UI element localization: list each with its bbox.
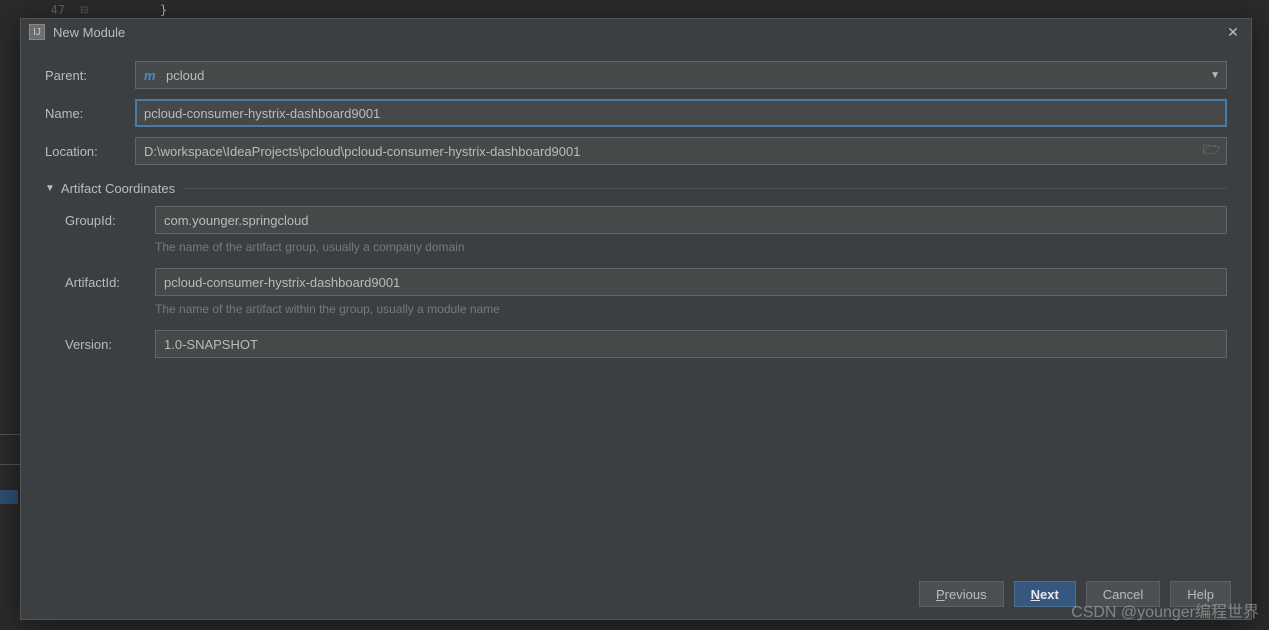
artifactid-label: ArtifactId: [65, 275, 155, 290]
name-input-wrapper[interactable] [135, 99, 1227, 127]
gutter-divider [0, 464, 20, 465]
folder-icon[interactable]: 🗁 [1203, 139, 1220, 163]
artifactid-row: ArtifactId: [65, 268, 1227, 296]
parent-value: pcloud [166, 68, 204, 83]
groupid-label: GroupId: [65, 213, 155, 228]
maven-icon: m [144, 68, 160, 82]
watermark: CSDN @younger编程世界 [1071, 598, 1259, 622]
parent-label: Parent: [45, 68, 135, 83]
location-label: Location: [45, 144, 135, 159]
new-module-dialog: IJ New Module ✕ Parent: m pcloud ▼ Name:… [20, 18, 1252, 620]
code-line: } [90, 3, 167, 17]
name-row: Name: [45, 99, 1227, 127]
button-bar: Previous Next Cancel Help [21, 569, 1251, 619]
section-title: Artifact Coordinates [61, 181, 175, 196]
location-row: Location: 🗁 [45, 137, 1227, 165]
groupid-input[interactable] [164, 213, 1218, 228]
artifactid-input[interactable] [164, 275, 1218, 290]
location-input-wrapper[interactable]: 🗁 [135, 137, 1227, 165]
name-input[interactable] [144, 106, 1218, 121]
divider [185, 188, 1227, 189]
dialog-title: New Module [53, 25, 1223, 40]
line-number: 47 [0, 3, 80, 17]
version-input[interactable] [164, 337, 1218, 352]
parent-dropdown[interactable]: m pcloud ▼ [135, 61, 1227, 89]
artifact-coordinates-header[interactable]: ▼ Artifact Coordinates [45, 181, 1227, 196]
groupid-hint: The name of the artifact group, usually … [155, 240, 1227, 254]
close-icon[interactable]: ✕ [1223, 22, 1243, 42]
version-label: Version: [65, 337, 155, 352]
name-label: Name: [45, 106, 135, 121]
version-row: Version: [65, 330, 1227, 358]
dialog-titlebar[interactable]: IJ New Module ✕ [21, 19, 1251, 45]
dialog-content: Parent: m pcloud ▼ Name: Location: 🗁 ▼ A… [21, 45, 1251, 569]
selection-marker [0, 490, 18, 504]
parent-row: Parent: m pcloud ▼ [45, 61, 1227, 89]
groupid-input-wrapper[interactable] [155, 206, 1227, 234]
location-input[interactable] [144, 144, 1218, 159]
chevron-down-icon: ▼ [45, 183, 55, 194]
artifact-section: GroupId: The name of the artifact group,… [45, 206, 1227, 358]
editor-background: 47 ⊟ } [0, 0, 1269, 20]
artifactid-input-wrapper[interactable] [155, 268, 1227, 296]
groupid-row: GroupId: [65, 206, 1227, 234]
chevron-down-icon: ▼ [1210, 70, 1220, 81]
next-button[interactable]: Next [1014, 581, 1076, 607]
app-icon: IJ [29, 24, 45, 40]
artifactid-hint: The name of the artifact within the grou… [155, 302, 1227, 316]
fold-icon: ⊟ [80, 5, 90, 16]
previous-button[interactable]: Previous [919, 581, 1004, 607]
version-input-wrapper[interactable] [155, 330, 1227, 358]
gutter-divider [0, 434, 20, 435]
